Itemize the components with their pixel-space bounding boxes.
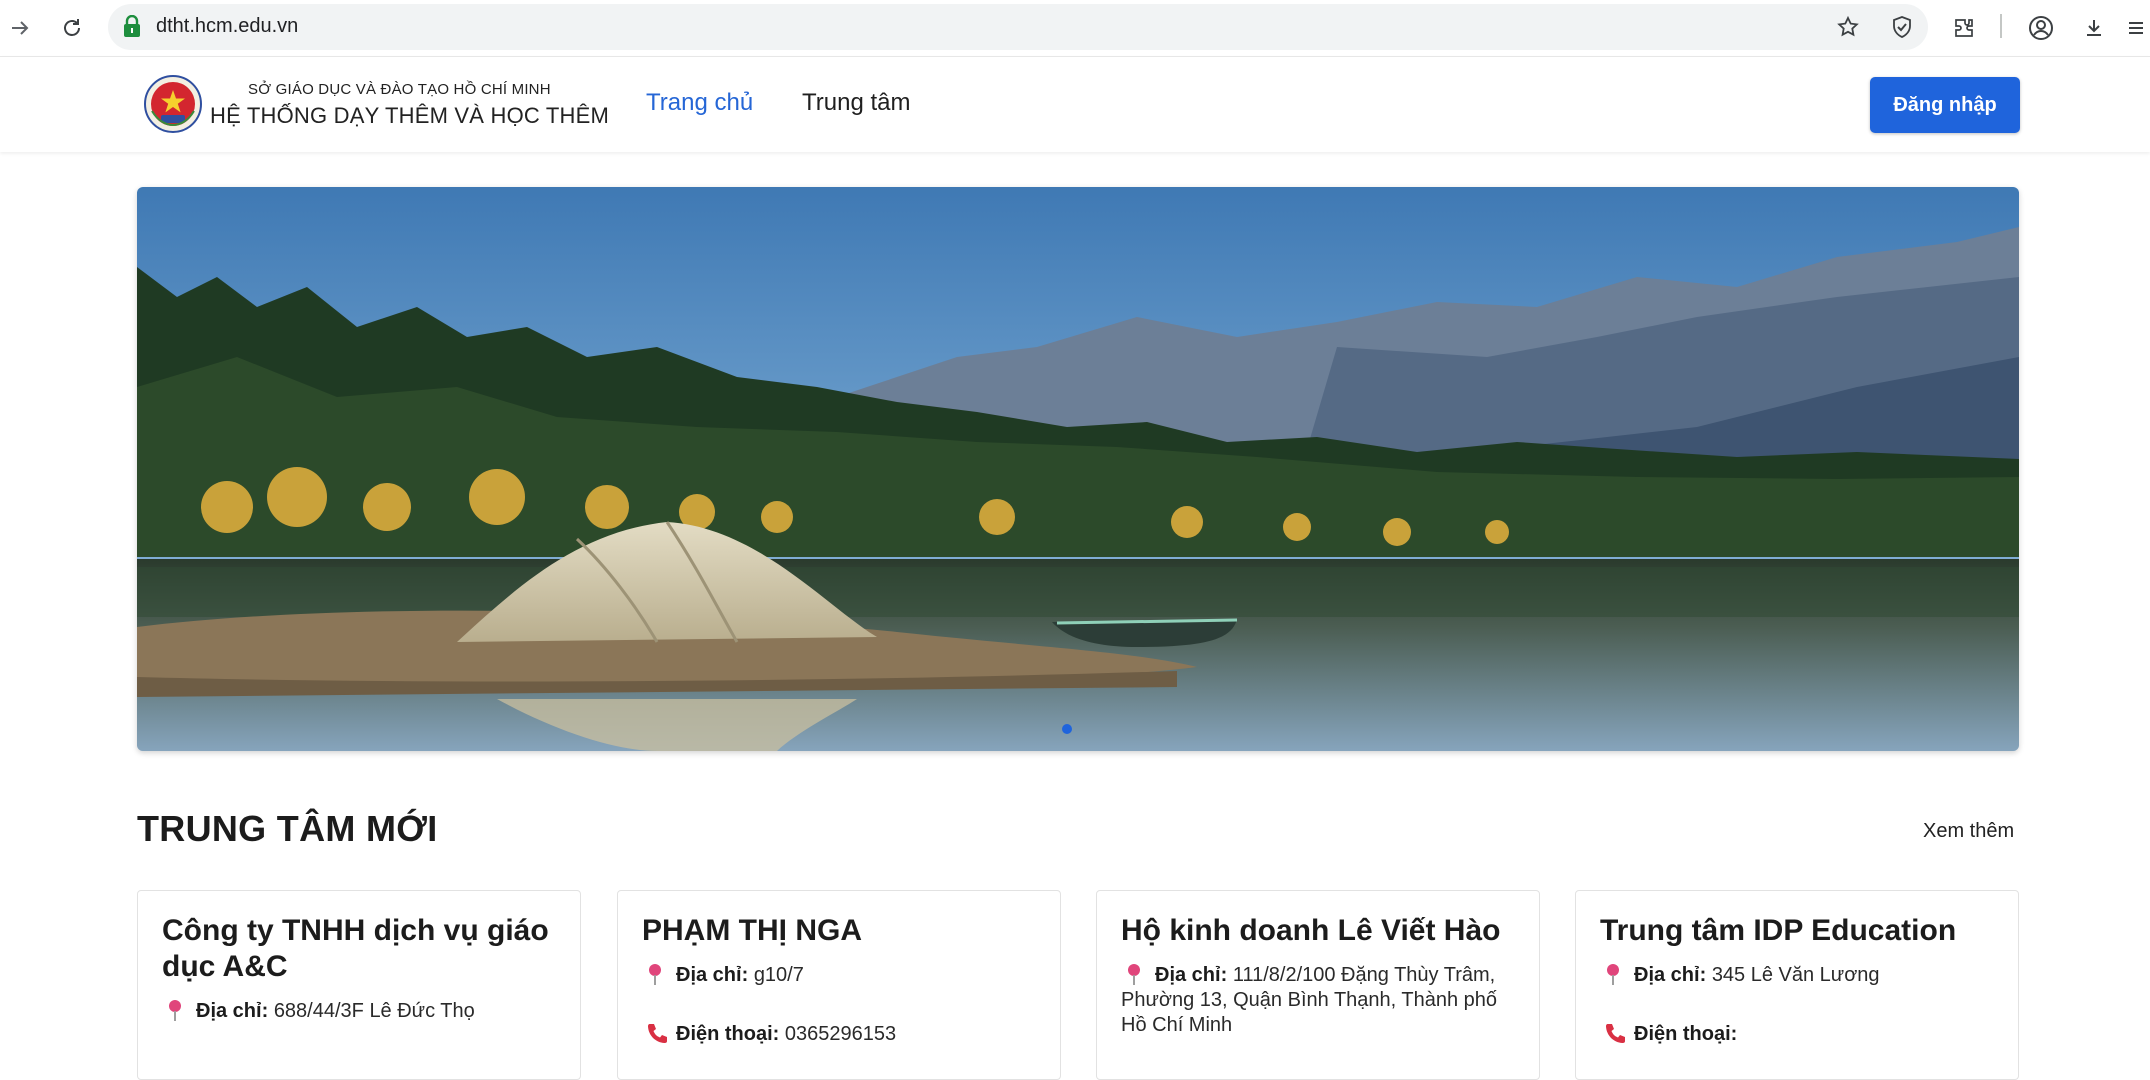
center-phone: Điện thoại: — [1600, 1022, 1994, 1047]
org-title[interactable]: HỆ THỐNG DẠY THÊM VÀ HỌC THÊM — [210, 103, 609, 129]
center-card[interactable]: Trung tâm IDP Education Địa chỉ: 345 Lê … — [1575, 890, 2019, 1080]
map-pin-icon — [1604, 963, 1622, 994]
nav-home[interactable]: Trang chủ — [646, 89, 753, 117]
center-address: Địa chỉ: g10/7 — [642, 963, 1036, 988]
address-value: 688/44/3F Lê Đức Thọ — [273, 1000, 475, 1022]
center-name[interactable]: Hộ kinh doanh Lê Viết Hào — [1121, 913, 1515, 949]
url-text[interactable]: dtht.hcm.edu.vn — [156, 15, 298, 38]
center-address: Địa chỉ: 111/8/2/100 Đặng Thùy Trâm, Phư… — [1121, 963, 1515, 1038]
address-value: g10/7 — [753, 964, 804, 986]
forward-icon[interactable] — [0, 8, 40, 48]
center-name[interactable]: Công ty TNHH dịch vụ giáo dục A&C — [162, 913, 556, 985]
phone-value: 0365296153 — [784, 1023, 897, 1045]
nav-centers[interactable]: Trung tâm — [802, 89, 910, 117]
phone-icon — [646, 1022, 668, 1051]
center-address: Địa chỉ: 688/44/3F Lê Đức Thọ — [162, 999, 556, 1024]
center-card[interactable]: Công ty TNHH dịch vụ giáo dục A&C Địa ch… — [137, 890, 581, 1080]
address-label: Địa chỉ: — [676, 964, 749, 986]
address-bar[interactable]: dtht.hcm.edu.vn — [108, 4, 1928, 50]
phone-icon — [1604, 1022, 1626, 1051]
address-value: 345 Lê Văn Lương — [1711, 964, 1880, 986]
center-phone: Điện thoại: 0365296153 — [642, 1022, 1036, 1047]
map-pin-icon — [166, 999, 184, 1030]
carousel-dot[interactable] — [1062, 724, 1072, 734]
phone-label: Điện thoại: — [676, 1023, 780, 1045]
center-card[interactable]: PHẠM THỊ NGA Địa chỉ: g10/7 Điện thoại: … — [617, 890, 1061, 1080]
bookmark-star-icon[interactable] — [1834, 13, 1862, 41]
map-pin-icon — [1125, 963, 1143, 994]
department-logo[interactable] — [144, 75, 202, 133]
extensions-icon[interactable] — [1944, 8, 1984, 48]
download-icon[interactable] — [2074, 8, 2114, 48]
center-card[interactable]: Hộ kinh doanh Lê Viết Hào Địa chỉ: 111/8… — [1096, 890, 1540, 1080]
section-title: TRUNG TÂM MỚI — [137, 808, 438, 849]
center-name[interactable]: Trung tâm IDP Education — [1600, 913, 1994, 949]
reload-icon[interactable] — [52, 8, 92, 48]
menu-icon[interactable] — [2116, 8, 2150, 48]
phone-label: Điện thoại: — [1634, 1023, 1738, 1045]
browser-toolbar: dtht.hcm.edu.vn — [0, 0, 2150, 56]
center-name[interactable]: PHẠM THỊ NGA — [642, 913, 1036, 949]
profile-icon[interactable] — [2021, 8, 2061, 48]
address-label: Địa chỉ: — [1634, 964, 1707, 986]
lake-landscape-image — [137, 187, 2019, 751]
address-label: Địa chỉ: — [196, 1000, 269, 1022]
site-header: SỞ GIÁO DỤC VÀ ĐÀO TẠO HỒ CHÍ MINH HỆ TH… — [0, 56, 2150, 152]
toolbar-divider — [2000, 14, 2002, 38]
secure-lock-icon[interactable] — [122, 14, 142, 44]
shield-extension-icon[interactable] — [1888, 13, 1916, 41]
see-more-link[interactable]: Xem thêm — [1923, 820, 2014, 843]
map-pin-icon — [646, 963, 664, 994]
address-label: Địa chỉ: — [1155, 964, 1228, 986]
center-address: Địa chỉ: 345 Lê Văn Lương — [1600, 963, 1994, 988]
org-subtitle: SỞ GIÁO DỤC VÀ ĐÀO TẠO HỒ CHÍ MINH — [248, 81, 551, 98]
login-button[interactable]: Đăng nhập — [1870, 77, 2020, 133]
hero-banner[interactable] — [137, 187, 2019, 751]
